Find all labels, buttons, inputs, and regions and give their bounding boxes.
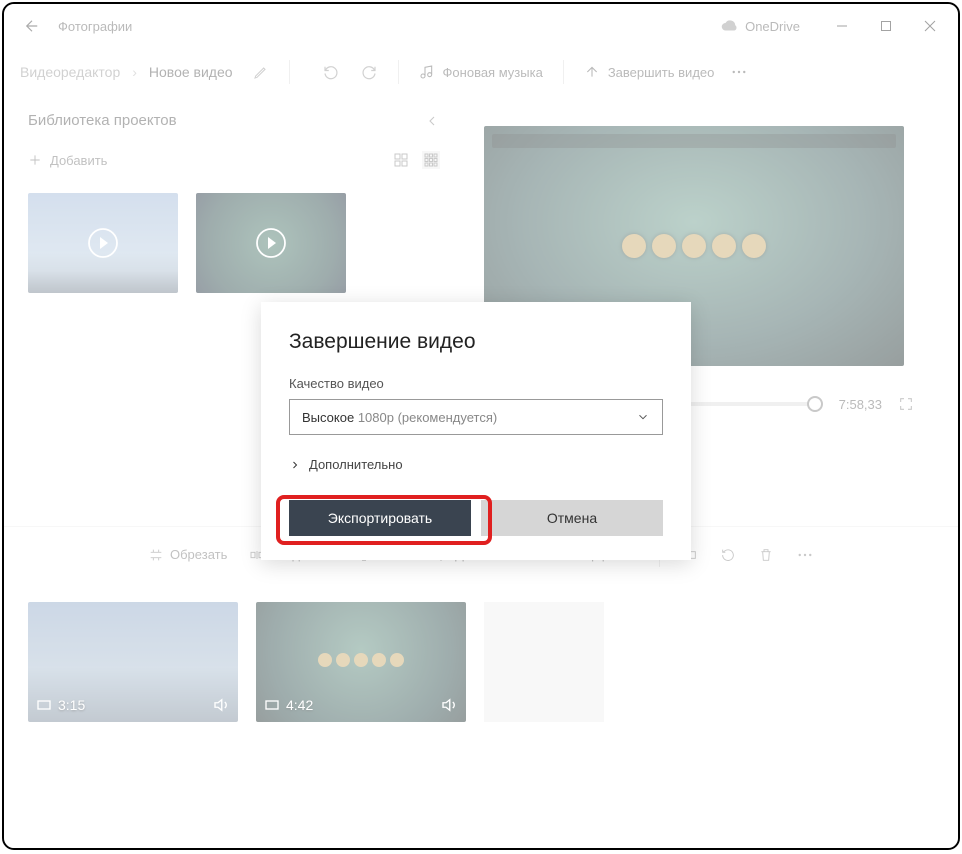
fullscreen-button[interactable] <box>898 396 914 412</box>
volume-icon <box>440 696 458 714</box>
timeline-clip[interactable]: 4:42 <box>256 602 466 722</box>
add-label: Добавить <box>50 153 107 168</box>
finish-video-dialog: Завершение видео Качество видео Высокое … <box>261 302 691 560</box>
view-large-button[interactable] <box>392 151 410 169</box>
breadcrumb-root[interactable]: Видеоредактор <box>20 64 120 80</box>
finish-video-button[interactable]: Завершить видео <box>584 64 715 80</box>
more-button[interactable] <box>730 63 748 81</box>
play-icon <box>87 227 119 259</box>
quality-value-main: Высокое <box>302 410 354 425</box>
close-button[interactable] <box>908 10 952 42</box>
edit-icon[interactable] <box>253 64 269 80</box>
library-thumbnail[interactable] <box>28 193 178 293</box>
chevron-down-icon <box>636 410 650 424</box>
library-thumbnail[interactable] <box>196 193 346 293</box>
add-media-button[interactable]: Добавить <box>28 153 107 168</box>
clip-duration: 3:15 <box>58 697 85 713</box>
clip-icon <box>264 697 280 713</box>
onedrive-label: OneDrive <box>745 19 800 34</box>
redo-button[interactable] <box>360 63 378 81</box>
project-name[interactable]: Новое видео <box>149 64 233 80</box>
timeline-clip[interactable]: 3:15 <box>28 602 238 722</box>
export-icon <box>584 64 600 80</box>
library-title: Библиотека проектов <box>28 112 177 129</box>
cancel-button[interactable]: Отмена <box>481 500 663 536</box>
clip-icon <box>36 697 52 713</box>
app-title: Фотографии <box>58 19 132 34</box>
time-display: 7:58,33 <box>839 397 882 412</box>
finish-label: Завершить видео <box>608 65 715 80</box>
undo-button[interactable] <box>322 63 340 81</box>
chevron-right-icon <box>289 459 301 471</box>
advanced-toggle[interactable]: Дополнительно <box>289 457 663 472</box>
play-icon <box>255 227 287 259</box>
quality-label: Качество видео <box>289 376 663 391</box>
music-label: Фоновая музыка <box>443 65 543 80</box>
maximize-button[interactable] <box>864 10 908 42</box>
chevron-right-icon: › <box>132 64 137 80</box>
delete-button[interactable] <box>758 547 774 563</box>
quality-value-detail: 1080p (рекомендуется) <box>358 410 497 425</box>
onedrive-button[interactable]: OneDrive <box>721 17 800 35</box>
clip-duration: 4:42 <box>286 697 313 713</box>
trim-icon <box>148 547 164 563</box>
rotate-button[interactable] <box>720 547 736 563</box>
background-music-button[interactable]: Фоновая музыка <box>419 64 543 80</box>
cloud-icon <box>721 17 739 35</box>
view-small-button[interactable] <box>422 151 440 169</box>
minimize-button[interactable] <box>820 10 864 42</box>
trim-button[interactable]: Обрезать <box>148 547 227 563</box>
dialog-title: Завершение видео <box>289 330 663 354</box>
volume-icon <box>212 696 230 714</box>
timeline-more-button[interactable] <box>796 546 814 564</box>
quality-select[interactable]: Высокое 1080p (рекомендуется) <box>289 399 663 435</box>
plus-icon <box>28 153 42 167</box>
export-button[interactable]: Экспортировать <box>289 500 471 536</box>
library-collapse-button[interactable] <box>424 113 440 129</box>
music-icon <box>419 64 435 80</box>
empty-clip-slot[interactable] <box>484 602 604 722</box>
back-button[interactable] <box>10 4 54 48</box>
